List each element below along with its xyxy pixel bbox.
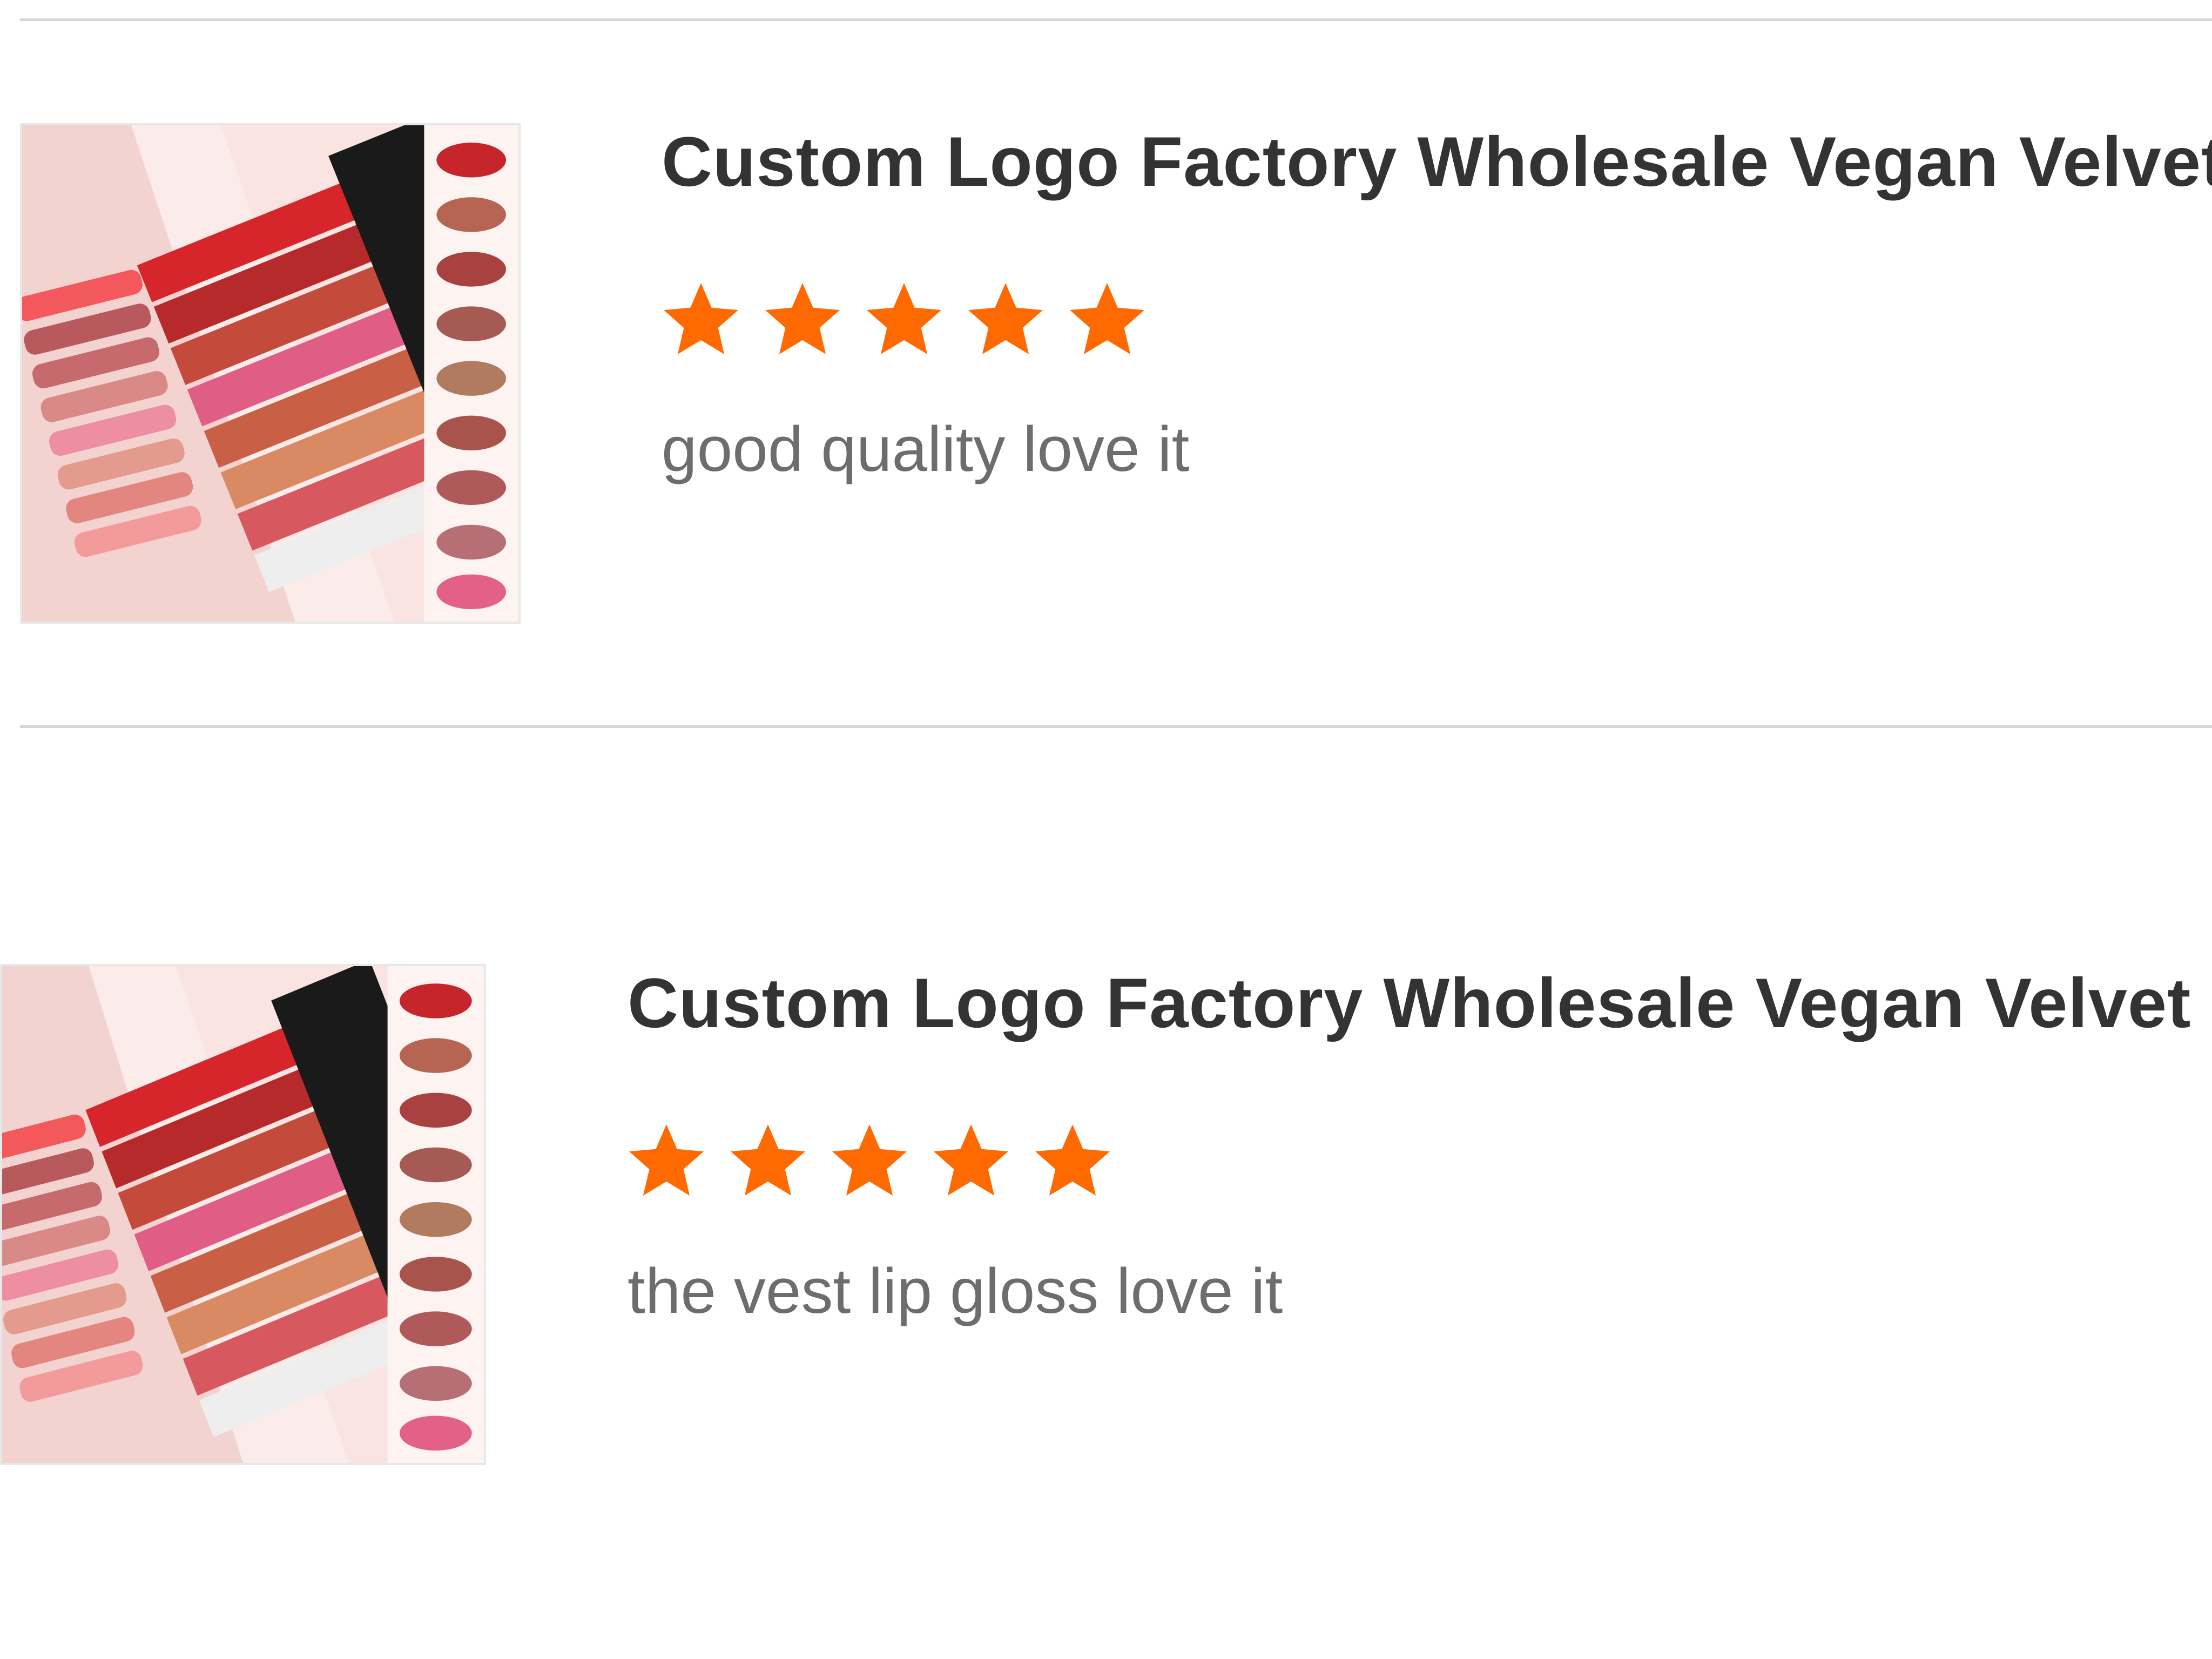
review-divider — [20, 725, 2212, 728]
review-item: Custom Logo Factory Wholesale Vegan Velv… — [0, 0, 2212, 724]
star-icon — [866, 283, 942, 354]
star-icon — [765, 283, 840, 354]
rating-stars — [625, 1119, 1114, 1201]
star-icon — [730, 1124, 806, 1196]
star-icon — [933, 1124, 1009, 1196]
rating-stars — [660, 278, 1148, 360]
lip-gloss-swatch-image — [2, 966, 484, 1463]
star-icon — [663, 283, 739, 354]
product-title[interactable]: Custom Logo Factory Wholesale Vegan Velv… — [628, 968, 2191, 1038]
review-comment: good quality love it — [662, 414, 1190, 485]
star-icon — [968, 283, 1043, 354]
star-icon — [629, 1124, 704, 1196]
product-thumbnail[interactable] — [20, 123, 521, 624]
star-icon — [1069, 283, 1145, 354]
product-thumbnail[interactable] — [0, 964, 486, 1465]
review-comment: the vest lip gloss love it — [628, 1256, 1283, 1327]
product-title[interactable]: Custom Logo Factory Wholesale Vegan Velv… — [662, 126, 2212, 197]
star-icon — [832, 1124, 907, 1196]
review-item: Custom Logo Factory Wholesale Vegan Velv… — [0, 729, 2212, 1485]
lip-gloss-swatch-image — [22, 125, 518, 622]
star-icon — [1035, 1124, 1110, 1196]
